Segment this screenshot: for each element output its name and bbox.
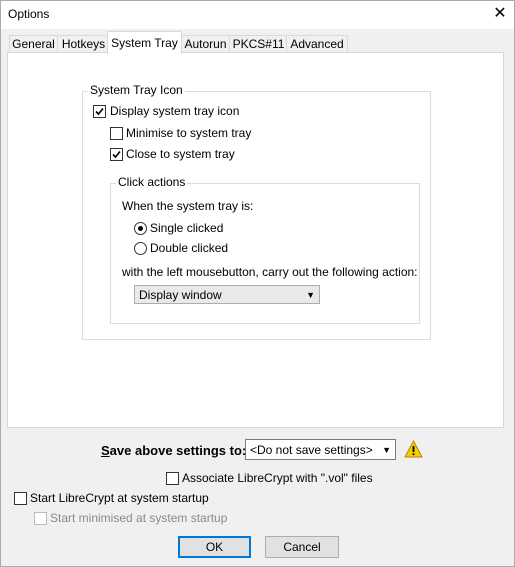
tray-click-prompt: When the system tray is:	[122, 199, 254, 213]
check-icon	[95, 107, 104, 116]
options-dialog: Options ✕ General Hotkeys System Tray Au…	[0, 0, 515, 567]
check-icon	[112, 150, 121, 159]
tab-general[interactable]: General	[9, 35, 58, 53]
single-clicked-label: Single clicked	[150, 221, 224, 235]
system-tray-icon-legend: System Tray Icon	[88, 83, 185, 97]
tab-label: System Tray	[111, 36, 178, 50]
close-to-tray-checkbox[interactable]	[110, 148, 123, 161]
tab-autorun[interactable]: Autorun	[180, 35, 231, 53]
tab-label: Hotkeys	[61, 37, 106, 51]
tab-panel-system-tray: System Tray Icon Display system tray ico…	[7, 52, 504, 428]
start-at-startup-checkbox[interactable]	[14, 492, 27, 505]
save-settings-dropdown[interactable]: <Do not save settings> ▼	[245, 439, 396, 460]
save-settings-label: Save above settings to:	[101, 443, 247, 458]
start-at-startup-label: Start LibreCrypt at system startup	[30, 491, 209, 505]
tab-hotkeys[interactable]: Hotkeys	[57, 35, 110, 53]
close-to-tray-label: Close to system tray	[126, 147, 235, 161]
double-clicked-radio[interactable]	[134, 242, 147, 255]
window-title: Options	[8, 7, 50, 21]
click-actions-legend: Click actions	[116, 175, 188, 189]
save-settings-value: <Do not save settings>	[250, 443, 373, 457]
tab-label: Autorun	[184, 37, 227, 51]
display-tray-icon-label: Display system tray icon	[110, 104, 240, 118]
action-dropdown[interactable]: Display window ▼	[134, 285, 320, 304]
start-minimised-label: Start minimised at system startup	[50, 511, 228, 525]
display-tray-icon-checkbox[interactable]	[93, 105, 106, 118]
tab-label: General	[12, 37, 55, 51]
tab-pkcs11[interactable]: PKCS#11	[229, 35, 288, 53]
minimise-to-tray-checkbox[interactable]	[110, 127, 123, 140]
cancel-button[interactable]: Cancel	[265, 536, 339, 558]
action-dropdown-value: Display window	[139, 288, 222, 302]
title-bar: Options ✕	[1, 1, 514, 29]
associate-vol-checkbox[interactable]	[166, 472, 179, 485]
tab-system-tray[interactable]: System Tray	[107, 31, 182, 54]
radio-selected-dot	[138, 226, 143, 231]
warning-icon	[404, 440, 423, 458]
chevron-down-icon: ▼	[382, 445, 391, 455]
chevron-down-icon: ▼	[306, 290, 315, 300]
minimise-to-tray-label: Minimise to system tray	[126, 126, 252, 140]
action-prompt: with the left mousebutton, carry out the…	[122, 265, 418, 279]
tab-label: Advanced	[290, 37, 344, 51]
tab-advanced[interactable]: Advanced	[286, 35, 348, 53]
save-settings-label-rest: ave above settings to:	[109, 443, 247, 458]
close-icon[interactable]: ✕	[490, 4, 510, 24]
start-minimised-checkbox[interactable]	[34, 512, 47, 525]
single-clicked-radio[interactable]	[134, 222, 147, 235]
associate-vol-label: Associate LibreCrypt with ".vol" files	[182, 471, 373, 485]
ok-button[interactable]: OK	[178, 536, 251, 558]
tab-label: PKCS#11	[232, 37, 285, 51]
double-clicked-label: Double clicked	[150, 241, 229, 255]
